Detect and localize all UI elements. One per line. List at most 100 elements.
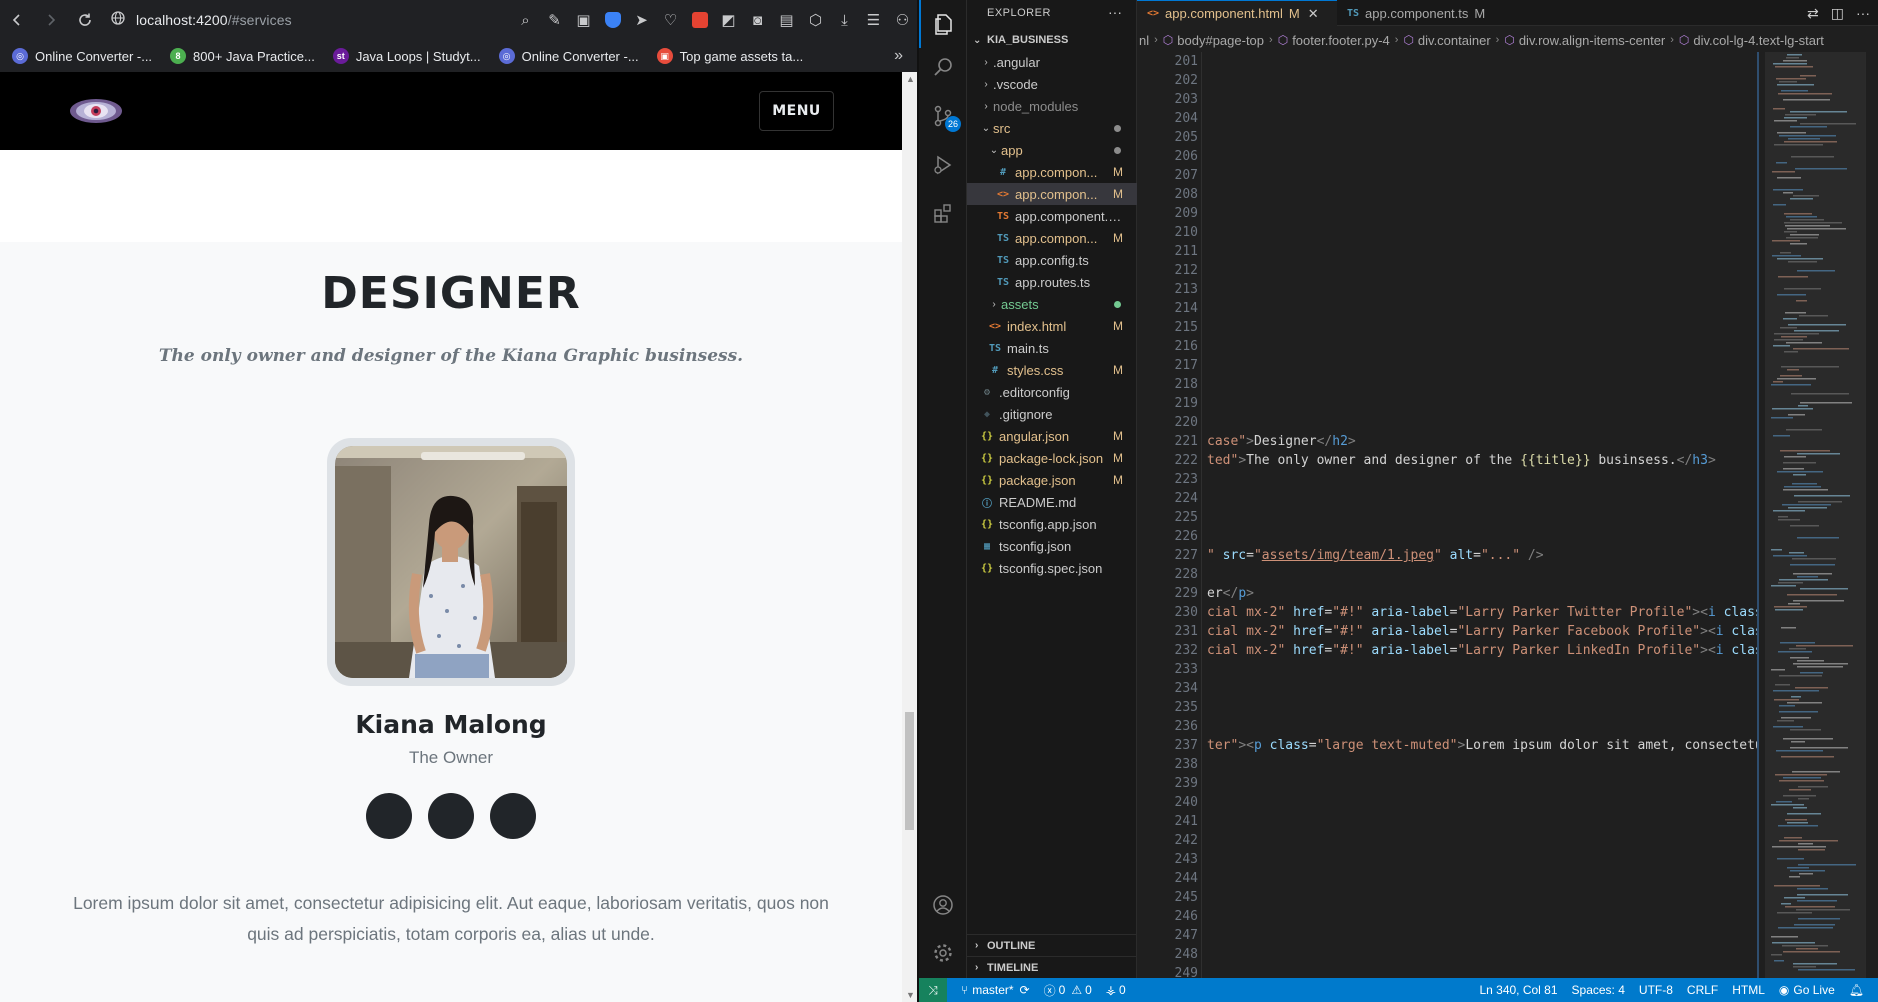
address-bar[interactable]: localhost:4200/#services (110, 5, 292, 35)
code-line[interactable] (1207, 470, 1757, 489)
code-line[interactable] (1207, 489, 1757, 508)
page-scrollbar[interactable]: ▲ ▼ (902, 72, 917, 1002)
tree-file[interactable]: {} tsconfig.app.json (967, 513, 1137, 535)
code-line[interactable] (1207, 128, 1757, 147)
code-line[interactable] (1207, 717, 1757, 736)
tree-file[interactable]: TS main.ts (967, 337, 1137, 359)
screenshot-icon[interactable]: ▣ (569, 0, 598, 40)
minimap[interactable] (1765, 52, 1878, 978)
accounts-icon[interactable] (919, 881, 967, 929)
tree-folder[interactable]: › .vscode (967, 73, 1137, 95)
tree-folder[interactable]: › assets (967, 293, 1137, 315)
outline-section[interactable]: › OUTLINE (967, 934, 1137, 956)
extension-box-icon[interactable]: ▤ (772, 0, 801, 40)
back-button[interactable] (0, 0, 34, 40)
code-line[interactable] (1207, 166, 1757, 185)
editor-tab[interactable]: TS app.component.ts M (1337, 0, 1507, 26)
close-icon[interactable]: ✕ (1308, 6, 1319, 22)
tree-file[interactable]: TS app.compon... M (967, 227, 1137, 249)
tree-file[interactable]: {} angular.json M (967, 425, 1137, 447)
code-line[interactable] (1207, 527, 1757, 546)
tree-file[interactable]: # app.compon... M (967, 161, 1137, 183)
tree-file[interactable]: TS app.config.ts (967, 249, 1137, 271)
code-line[interactable] (1207, 280, 1757, 299)
code-line[interactable] (1207, 926, 1757, 945)
bookmark-item[interactable]: ◎ Online Converter -... (12, 48, 152, 64)
code-line[interactable] (1207, 242, 1757, 261)
breadcrumb-item[interactable]: › ⬡ body#page-top (1149, 33, 1264, 48)
linkedin-profile-button[interactable] (490, 793, 536, 839)
code-line[interactable] (1207, 261, 1757, 280)
scroll-up-arrow-icon[interactable]: ▲ (906, 74, 915, 84)
go-live-button[interactable]: ◉ Go Live (1779, 983, 1835, 997)
breadcrumb-item[interactable]: › ⬡ footer.footer.py-4 (1264, 33, 1390, 48)
code-line[interactable]: ter"><p class="large text-muted">Lorem i… (1207, 736, 1757, 755)
facebook-profile-button[interactable] (428, 793, 474, 839)
split-editor-icon[interactable]: ◫ (1831, 5, 1844, 22)
ports-indicator[interactable]: ⚶ 0 (1106, 983, 1126, 997)
tree-folder[interactable]: › .angular (967, 51, 1137, 73)
bookmark-item[interactable]: ◎ Online Converter -... (498, 48, 639, 64)
code-lines[interactable]: case">Designer</h2> ted">The only owner a… (1207, 52, 1757, 978)
code-line[interactable]: cial mx-2" href="#!" aria-label="Larry P… (1207, 622, 1757, 641)
zoom-icon[interactable]: ⌕ (511, 0, 540, 40)
code-line[interactable]: cial mx-2" href="#!" aria-label="Larry P… (1207, 641, 1757, 660)
code-line[interactable]: er</p> (1207, 584, 1757, 603)
minimap-viewport[interactable] (1765, 52, 1865, 978)
code-line[interactable] (1207, 90, 1757, 109)
code-line[interactable] (1207, 337, 1757, 356)
explorer-more-icon[interactable]: ··· (1108, 4, 1122, 20)
code-line[interactable] (1207, 793, 1757, 812)
end-of-line[interactable]: CRLF (1687, 983, 1718, 997)
scroll-down-arrow-icon[interactable]: ▼ (906, 990, 915, 1000)
remote-indicator-icon[interactable]: ⤨ (919, 978, 947, 1002)
branch-indicator[interactable]: ⑂ master* ⟳ (961, 983, 1030, 997)
code-line[interactable] (1207, 831, 1757, 850)
workspace-root[interactable]: ⌄ KIA_BUSINESS (967, 30, 1137, 50)
settings-gear-icon[interactable] (919, 929, 967, 977)
code-line[interactable] (1207, 679, 1757, 698)
source-control-icon[interactable] (919, 92, 967, 140)
code-line[interactable] (1207, 413, 1757, 432)
breadcrumb-item[interactable]: nl (1139, 33, 1149, 48)
bookmark-item[interactable]: st Java Loops | Studyt... (332, 48, 481, 64)
code-line[interactable]: " src="assets/img/team/1.jpeg" alt="..."… (1207, 546, 1757, 565)
search-icon[interactable] (919, 43, 967, 91)
code-line[interactable] (1207, 109, 1757, 128)
code-line[interactable] (1207, 147, 1757, 166)
timeline-section[interactable]: › TIMELINE (967, 956, 1137, 978)
send-icon[interactable]: ➤ (627, 0, 656, 40)
problems-indicator[interactable]: ⓧ 0 ⚠ 0 (1044, 982, 1092, 999)
camera-icon[interactable]: ◙ (743, 0, 772, 40)
code-line[interactable] (1207, 907, 1757, 926)
indentation[interactable]: Spaces: 4 (1572, 983, 1625, 997)
run-debug-icon[interactable] (919, 141, 967, 189)
share-icon[interactable]: ✎ (540, 0, 569, 40)
code-line[interactable] (1207, 850, 1757, 869)
code-line[interactable] (1207, 698, 1757, 717)
editor-scrollbar[interactable] (1865, 52, 1878, 978)
code-line[interactable] (1207, 565, 1757, 584)
tree-folder[interactable]: › node_modules (967, 95, 1137, 117)
tree-folder[interactable]: ⌄ app (967, 139, 1137, 161)
code-line[interactable] (1207, 375, 1757, 394)
code-line[interactable] (1207, 71, 1757, 90)
code-line[interactable] (1207, 318, 1757, 337)
notifications-icon[interactable]: 🔔︎ (1849, 983, 1864, 997)
code-line[interactable] (1207, 945, 1757, 964)
code-line[interactable] (1207, 356, 1757, 375)
tree-file[interactable]: TS app.routes.ts (967, 271, 1137, 293)
code-line[interactable] (1207, 964, 1757, 978)
code-line[interactable] (1207, 660, 1757, 679)
download-icon[interactable]: ⤓ (830, 0, 859, 40)
tree-file[interactable]: ⓘ README.md (967, 491, 1137, 513)
code-line[interactable] (1207, 755, 1757, 774)
tree-file[interactable]: {} package-lock.json M (967, 447, 1137, 469)
extension-todoist-icon[interactable] (685, 0, 714, 40)
compare-changes-icon[interactable]: ⇄ (1807, 5, 1819, 22)
tree-file[interactable]: {} package.json M (967, 469, 1137, 491)
tree-file[interactable]: # styles.css M (967, 359, 1137, 381)
heart-icon[interactable]: ♡ (656, 0, 685, 40)
code-line[interactable] (1207, 204, 1757, 223)
code-line[interactable] (1207, 774, 1757, 793)
